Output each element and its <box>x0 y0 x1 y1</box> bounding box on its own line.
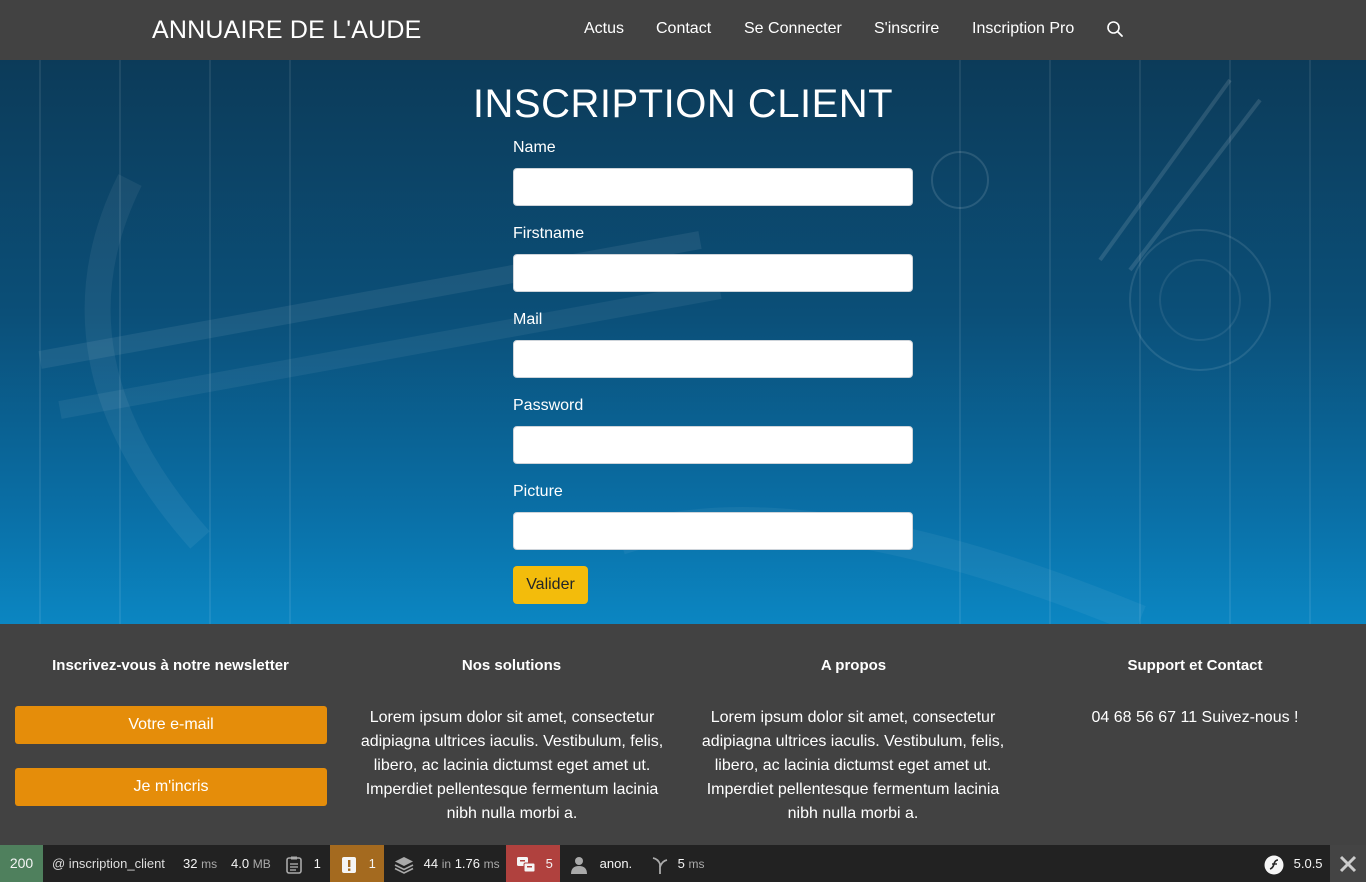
status-code-badge[interactable]: 200 <box>0 845 43 882</box>
twig-panel[interactable]: 5 ms <box>652 845 704 882</box>
site-footer: Inscrivez-vous à notre newsletter Votre … <box>0 624 1366 845</box>
logs-panel[interactable]: 1 <box>286 845 321 882</box>
page-title: INSCRIPTION CLIENT <box>472 82 894 126</box>
firstname-input[interactable] <box>513 254 913 292</box>
database-panel[interactable]: 44 in 1.76 ms <box>394 845 500 882</box>
newsletter-subscribe-button[interactable]: Je m'incris <box>15 768 327 806</box>
top-navbar: ANNUAIRE DE L'AUDE Actus Contact Se Conn… <box>0 0 1366 60</box>
nav-link-signup-pro[interactable]: Inscription Pro <box>972 20 1074 38</box>
memory-unit: MB <box>252 857 271 871</box>
request-time[interactable]: 32 ms <box>183 845 217 882</box>
nav-link-signup[interactable]: S'inscrire <box>874 20 939 38</box>
translations-count: 5 <box>545 856 553 871</box>
nav-link-actus[interactable]: Actus <box>584 20 624 38</box>
site-brand[interactable]: ANNUAIRE DE L'AUDE <box>152 16 422 45</box>
twig-icon <box>652 856 668 874</box>
solutions-title: Nos solutions <box>461 657 562 674</box>
password-label: Password <box>513 397 584 414</box>
nav-link-login[interactable]: Se Connecter <box>744 20 842 38</box>
about-title: A propos <box>820 657 887 674</box>
support-text: 04 68 56 67 11 Suivez-nous ! <box>1091 709 1299 726</box>
picture-label: Picture <box>513 483 563 500</box>
db-time: 1.76 <box>454 856 480 871</box>
password-input[interactable] <box>513 426 913 464</box>
about-text: Lorem ipsum dolor sit amet, consectetur … <box>701 709 1005 822</box>
twig-time-unit: ms <box>688 857 705 871</box>
name-label: Name <box>513 139 556 156</box>
request-time-value: 32 <box>183 856 198 871</box>
route-name[interactable]: @ inscription_client <box>52 845 165 882</box>
memory-value: 4.0 <box>231 856 250 871</box>
db-time-unit: ms <box>483 857 500 871</box>
db-in-label: in <box>441 857 452 871</box>
firstname-label: Firstname <box>513 225 585 242</box>
hero-section: INSCRIPTION CLIENT Name Firstname Mail P… <box>0 60 1366 624</box>
submit-button[interactable]: Valider <box>513 566 588 604</box>
search-icon[interactable] <box>1106 20 1124 38</box>
toolbar-close-button[interactable] <box>1330 845 1366 882</box>
translation-icon <box>517 856 536 873</box>
symfony-version: 5.0.5 <box>1293 856 1323 871</box>
symfony-version-panel[interactable]: 5.0.5 <box>1264 845 1323 882</box>
logs-icon <box>286 856 302 874</box>
memory-usage[interactable]: 4.0 MB <box>231 845 271 882</box>
picture-input[interactable] <box>513 512 913 550</box>
user-name: anon. <box>599 856 633 871</box>
mail-label: Mail <box>513 311 543 328</box>
request-time-unit: ms <box>201 857 218 871</box>
security-panel[interactable]: anon. <box>570 845 632 882</box>
database-layers-icon <box>394 856 414 874</box>
debug-toolbar: 200 @ inscription_client 32 ms 4.0 MB 1 … <box>0 845 1366 882</box>
warning-icon <box>342 856 356 873</box>
solutions-text: Lorem ipsum dolor sit amet, consectetur … <box>360 709 664 822</box>
newsletter-title: Inscrivez-vous à notre newsletter <box>52 657 289 674</box>
nav-link-contact[interactable]: Contact <box>656 20 711 38</box>
logs-count: 1 <box>313 856 321 871</box>
warnings-count: 1 <box>368 856 376 871</box>
twig-time: 5 <box>677 856 685 871</box>
close-icon <box>1339 855 1357 873</box>
mail-input[interactable] <box>513 340 913 378</box>
name-input[interactable] <box>513 168 913 206</box>
warnings-panel[interactable]: 1 <box>330 845 384 882</box>
support-title: Support et Contact <box>1127 657 1263 674</box>
newsletter-email-button[interactable]: Votre e-mail <box>15 706 327 744</box>
db-query-count: 44 <box>423 856 439 871</box>
symfony-logo-icon <box>1264 855 1284 875</box>
user-icon <box>571 856 587 874</box>
translations-panel[interactable]: 5 <box>506 845 560 882</box>
